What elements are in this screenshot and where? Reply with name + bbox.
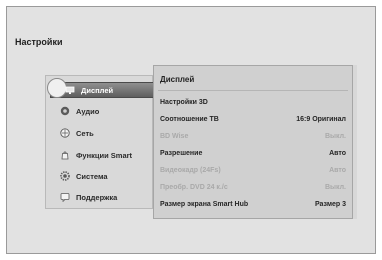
setting-label: BD Wise: [160, 132, 189, 140]
menu-item-support[interactable]: Поддержка: [52, 189, 152, 205]
display-icon: [65, 85, 75, 95]
menu-item-label: Аудио: [76, 106, 100, 116]
setting-value: Выкл.: [324, 183, 346, 191]
setting-row-dvd-24: Преобр. DVD 24 к./с Выкл.: [160, 180, 346, 194]
panel-edge: [353, 65, 357, 219]
settings-menu: Дисплей Аудио Сеть Функции Smart Система: [45, 75, 156, 209]
page-title: Настройки: [15, 37, 63, 47]
setting-row-bd-wise: BD Wise Выкл.: [160, 129, 346, 143]
panel-divider: [158, 90, 348, 91]
menu-item-label: Дисплей: [81, 85, 114, 95]
setting-row-3d[interactable]: Настройки 3D: [160, 95, 346, 109]
network-icon: [60, 128, 70, 138]
setting-label: Размер экрана Smart Hub: [160, 200, 249, 208]
display-settings-panel: Дисплей Настройки 3D Соотношение ТВ 16:9…: [153, 65, 353, 219]
setting-value: Авто: [329, 149, 346, 157]
setting-label: Соотношение ТВ: [160, 115, 219, 123]
support-icon: [60, 192, 70, 203]
menu-item-network[interactable]: Сеть: [52, 125, 152, 141]
selected-bubble-icon: [47, 78, 67, 98]
setting-label: Разрешение: [160, 149, 203, 157]
menu-item-label: Система: [76, 171, 108, 181]
panel-title: Дисплей: [160, 75, 195, 84]
setting-row-resolution[interactable]: Разрешение Авто: [160, 146, 346, 160]
smart-icon: [60, 150, 70, 160]
setting-row-24fs: Видеокадр (24Fs) Авто: [160, 163, 346, 177]
setting-label: Преобр. DVD 24 к./с: [160, 183, 228, 191]
setting-row-tv-aspect[interactable]: Соотношение ТВ 16:9 Оригинал: [160, 112, 346, 126]
menu-item-smart-features[interactable]: Функции Smart: [52, 147, 152, 163]
menu-item-audio[interactable]: Аудио: [52, 103, 152, 119]
system-gear-icon: [60, 171, 70, 181]
menu-item-display[interactable]: Дисплей: [47, 78, 156, 98]
menu-item-system[interactable]: Система: [52, 168, 152, 184]
setting-value: Выкл.: [324, 132, 346, 140]
setting-value: Авто: [329, 166, 346, 174]
settings-screen: Настройки Дисплей Аудио Сеть Функции Sma…: [6, 6, 376, 254]
menu-item-label: Сеть: [76, 128, 94, 138]
setting-label: Настройки 3D: [160, 98, 208, 106]
setting-label: Видеокадр (24Fs): [160, 166, 221, 174]
menu-item-label: Поддержка: [76, 192, 118, 202]
setting-value: 16:9 Оригинал: [296, 115, 346, 123]
setting-row-smart-hub-size[interactable]: Размер экрана Smart Hub Размер 3: [160, 197, 346, 211]
audio-icon: [60, 106, 70, 116]
menu-item-label: Функции Smart: [76, 150, 133, 160]
setting-value: Размер 3: [314, 200, 346, 208]
